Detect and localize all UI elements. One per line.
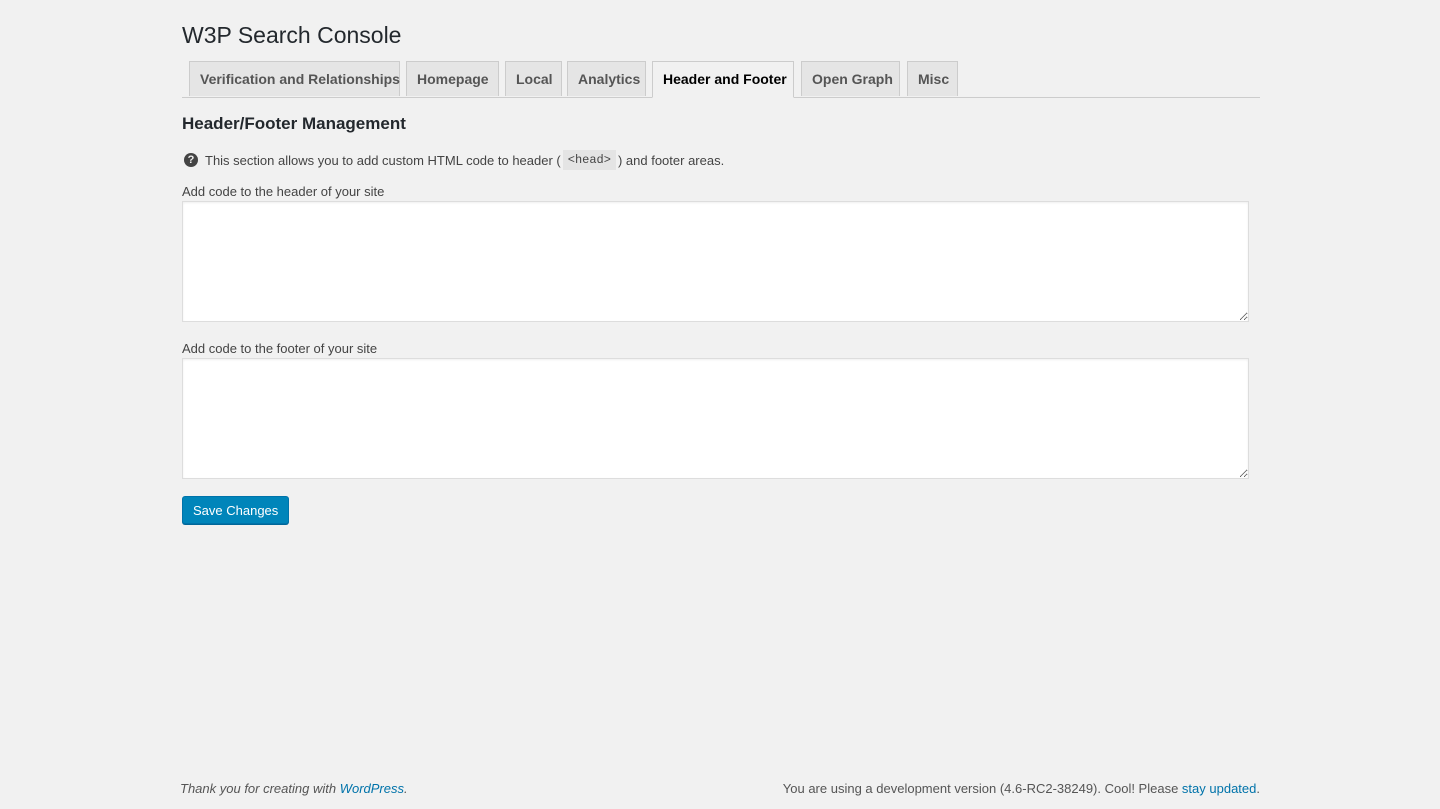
tab-homepage[interactable]: Homepage — [406, 61, 499, 96]
wordpress-link[interactable]: WordPress — [340, 781, 404, 796]
page-title: W3P Search Console — [182, 22, 402, 48]
tab-open-graph[interactable]: Open Graph — [801, 61, 900, 96]
question-circle-icon: ? — [184, 153, 198, 167]
section-title: Header/Footer Management — [182, 114, 406, 133]
footer-code-label: Add code to the footer of your site — [182, 341, 378, 356]
tab-analytics[interactable]: Analytics — [567, 61, 646, 96]
footer-thanks-text: Thank you for creating with — [180, 781, 340, 796]
tab-bar: Verification and Relationships Homepage … — [182, 61, 1260, 98]
footer-version-end: . — [1256, 781, 1260, 796]
help-text-after: ) and footer areas. — [617, 152, 725, 168]
footer-thanks: Thank you for creating with WordPress. — [180, 781, 408, 796]
help-text-before: This section allows you to add custom HT… — [205, 152, 561, 168]
tab-misc[interactable]: Misc — [907, 61, 958, 96]
tab-verification[interactable]: Verification and Relationships — [189, 61, 400, 96]
tab-local[interactable]: Local — [505, 61, 562, 96]
save-changes-button[interactable]: Save Changes — [182, 496, 290, 524]
footer-version: You are using a development version (4.6… — [783, 781, 1260, 796]
stay-updated-link[interactable]: stay updated — [1182, 781, 1256, 796]
footer-thanks-end: . — [404, 781, 408, 796]
tab-header-and-footer[interactable]: Header and Footer — [652, 61, 794, 98]
header-code-label: Add code to the header of your site — [182, 184, 385, 199]
footer-version-text: You are using a development version (4.6… — [782, 781, 1182, 796]
head-tag-code: <head> — [562, 150, 616, 170]
help-text: ? This section allows you to add custom … — [184, 150, 724, 170]
header-code-textarea[interactable] — [182, 201, 1249, 322]
footer-code-textarea[interactable] — [182, 358, 1249, 479]
